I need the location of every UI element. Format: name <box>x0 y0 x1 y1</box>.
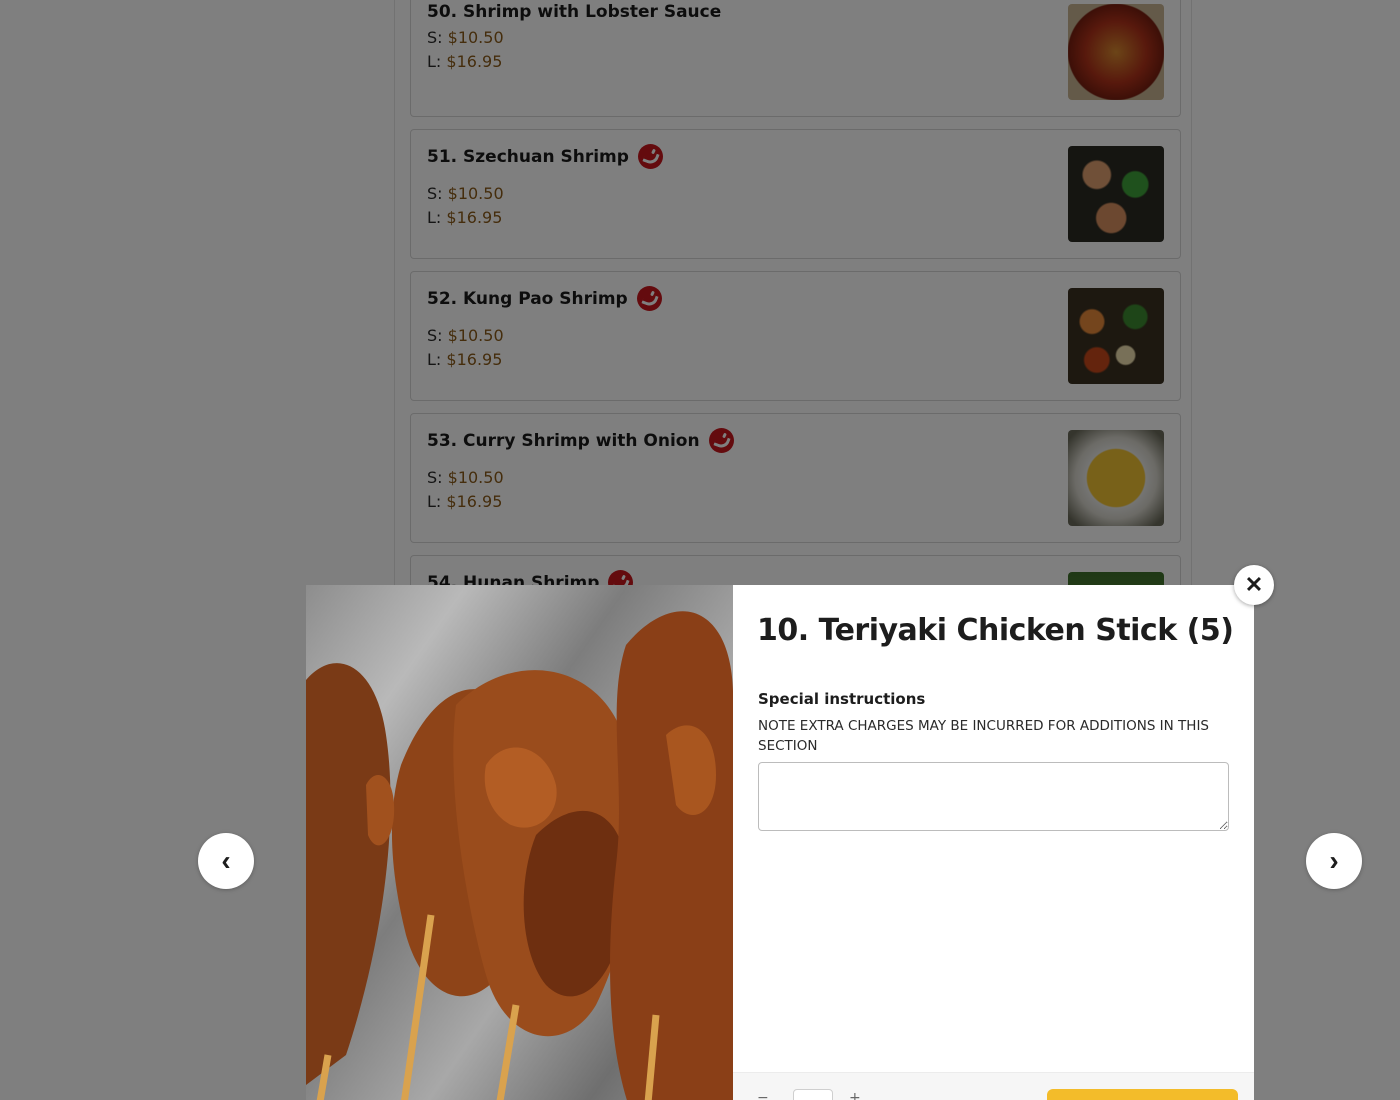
teriyaki-chicken-stick-photo <box>306 585 733 1100</box>
item-detail-modal: 10. Teriyaki Chicken Stick (5) Special i… <box>306 585 1254 1100</box>
special-instructions-note: NOTE EXTRA CHARGES MAY BE INCURRED FOR A… <box>758 718 1210 754</box>
special-instructions-label: Special instructions <box>758 690 926 708</box>
chevron-left-icon: ‹ <box>221 845 231 876</box>
chevron-right-icon: › <box>1329 845 1339 876</box>
quantity-increment-button[interactable]: + <box>849 1090 861 1100</box>
item-title: 10. Teriyaki Chicken Stick (5) <box>757 613 1234 648</box>
item-detail-body: 10. Teriyaki Chicken Stick (5) Special i… <box>733 585 1254 1100</box>
close-modal-button[interactable]: ✕ <box>1234 565 1274 605</box>
quantity-decrement-button[interactable]: − <box>757 1090 769 1100</box>
previous-item-button[interactable]: ‹ <box>198 833 254 889</box>
add-to-order-button[interactable] <box>1047 1089 1238 1100</box>
modal-footer: − + <box>733 1072 1254 1100</box>
chicken-skewers-illustration <box>306 611 733 1100</box>
close-icon: ✕ <box>1244 572 1264 597</box>
next-item-button[interactable]: › <box>1306 833 1362 889</box>
special-instructions-input[interactable] <box>758 762 1229 831</box>
quantity-input[interactable] <box>793 1089 833 1100</box>
